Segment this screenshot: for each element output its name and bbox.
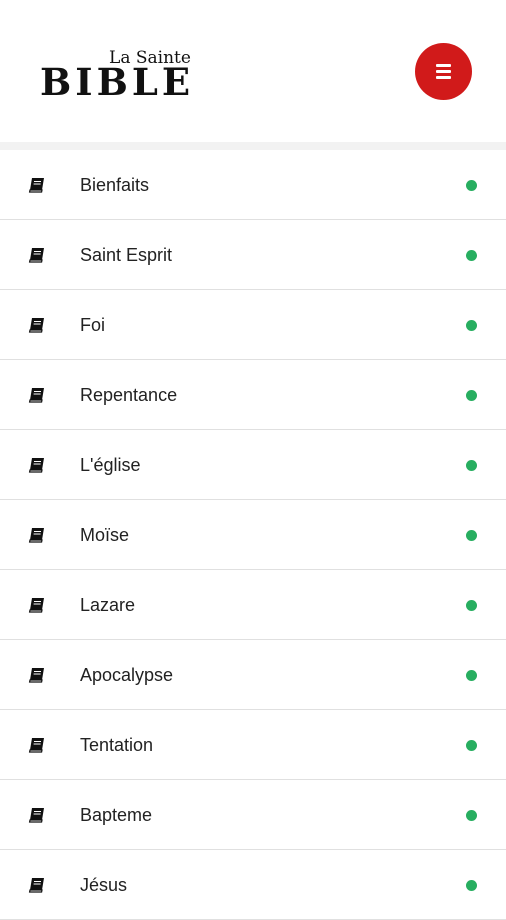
list-item[interactable]: Tentation [0,710,506,780]
status-dot-icon [466,250,477,261]
menu-button[interactable] [415,43,472,100]
book-icon [28,317,46,333]
list-item[interactable]: Apocalypse [0,640,506,710]
book-icon [28,667,46,683]
topic-list: Bienfaits Saint Esprit Foi Repentance L'égli… [0,150,506,920]
book-icon [28,807,46,823]
book-icon [28,597,46,613]
status-dot-icon [466,460,477,471]
status-dot-icon [466,530,477,541]
status-dot-icon [466,880,477,891]
book-icon [28,177,46,193]
list-item-label: Foi [80,315,106,335]
status-dot-icon [466,810,477,821]
hamburger-icon-bar [436,70,451,73]
book-icon [28,387,46,403]
list-item[interactable]: Bienfaits [0,150,506,220]
status-dot-icon [466,320,477,331]
list-item-label: Saint Esprit [80,245,173,265]
book-icon [28,527,46,543]
list-item[interactable]: Moïse [0,500,506,570]
list-item[interactable]: Repentance [0,360,506,430]
list-item[interactable]: Lazare [0,570,506,640]
app-logo: La Sainte BIBLE [40,48,220,104]
book-icon [28,457,46,473]
list-item-label: Bapteme [80,805,153,825]
list-item-label: Lazare [80,595,136,615]
app-header: La Sainte BIBLE [0,0,506,143]
list-item[interactable]: Jésus [0,850,506,920]
book-icon [28,247,46,263]
book-icon [28,877,46,893]
list-item-label: Jésus [80,875,128,895]
list-item[interactable]: Bapteme [0,780,506,850]
list-item[interactable]: Saint Esprit [0,220,506,290]
list-item-label: Tentation [80,735,154,755]
status-dot-icon [466,180,477,191]
hamburger-icon-bar [436,76,451,79]
status-dot-icon [466,390,477,401]
status-dot-icon [466,670,477,681]
list-item-label: L'église [80,455,141,475]
book-icon [28,737,46,753]
list-item-label: Moïse [80,525,130,545]
logo-title: BIBLE [40,60,195,104]
list-item-label: Bienfaits [80,175,150,195]
list-item[interactable]: Foi [0,290,506,360]
list-item-label: Repentance [80,385,178,405]
list-item-label: Apocalypse [80,665,174,685]
status-dot-icon [466,600,477,611]
hamburger-icon [436,64,451,67]
status-dot-icon [466,740,477,751]
list-item[interactable]: L'église [0,430,506,500]
